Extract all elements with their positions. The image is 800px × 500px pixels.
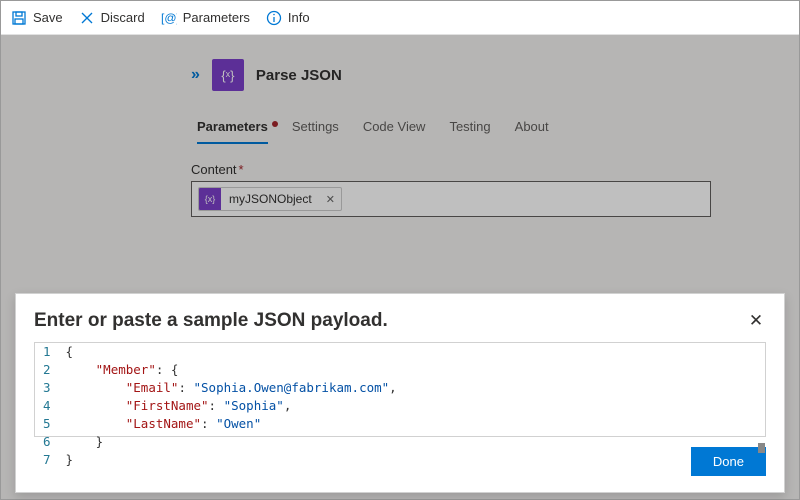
discard-label: Discard — [101, 10, 145, 25]
modal-title: Enter or paste a sample JSON payload. — [34, 310, 388, 332]
parameters-icon: [@] — [161, 10, 177, 26]
save-label: Save — [33, 10, 63, 25]
close-icon[interactable]: ✕ — [746, 311, 766, 331]
line-gutter: 1234567 — [35, 343, 60, 436]
discard-button[interactable]: Discard — [79, 10, 145, 26]
info-button[interactable]: Info — [266, 10, 310, 26]
parameters-button[interactable]: [@] Parameters — [161, 10, 250, 26]
info-icon — [266, 10, 282, 26]
svg-text:[@]: [@] — [161, 11, 177, 25]
command-bar: Save Discard [@] Parameters Info — [1, 1, 799, 35]
done-button[interactable]: Done — [691, 447, 766, 476]
discard-icon — [79, 10, 95, 26]
parameters-label: Parameters — [183, 10, 250, 25]
code-area[interactable]: { "Member": { "Email": "Sophia.Owen@fabr… — [60, 343, 403, 436]
save-button[interactable]: Save — [11, 10, 63, 26]
sample-json-modal: Enter or paste a sample JSON payload. ✕ … — [15, 293, 785, 493]
info-label: Info — [288, 10, 310, 25]
scrollbar-thumb[interactable] — [758, 443, 765, 453]
json-editor[interactable]: 1234567 { "Member": { "Email": "Sophia.O… — [34, 342, 766, 437]
save-icon — [11, 10, 27, 26]
